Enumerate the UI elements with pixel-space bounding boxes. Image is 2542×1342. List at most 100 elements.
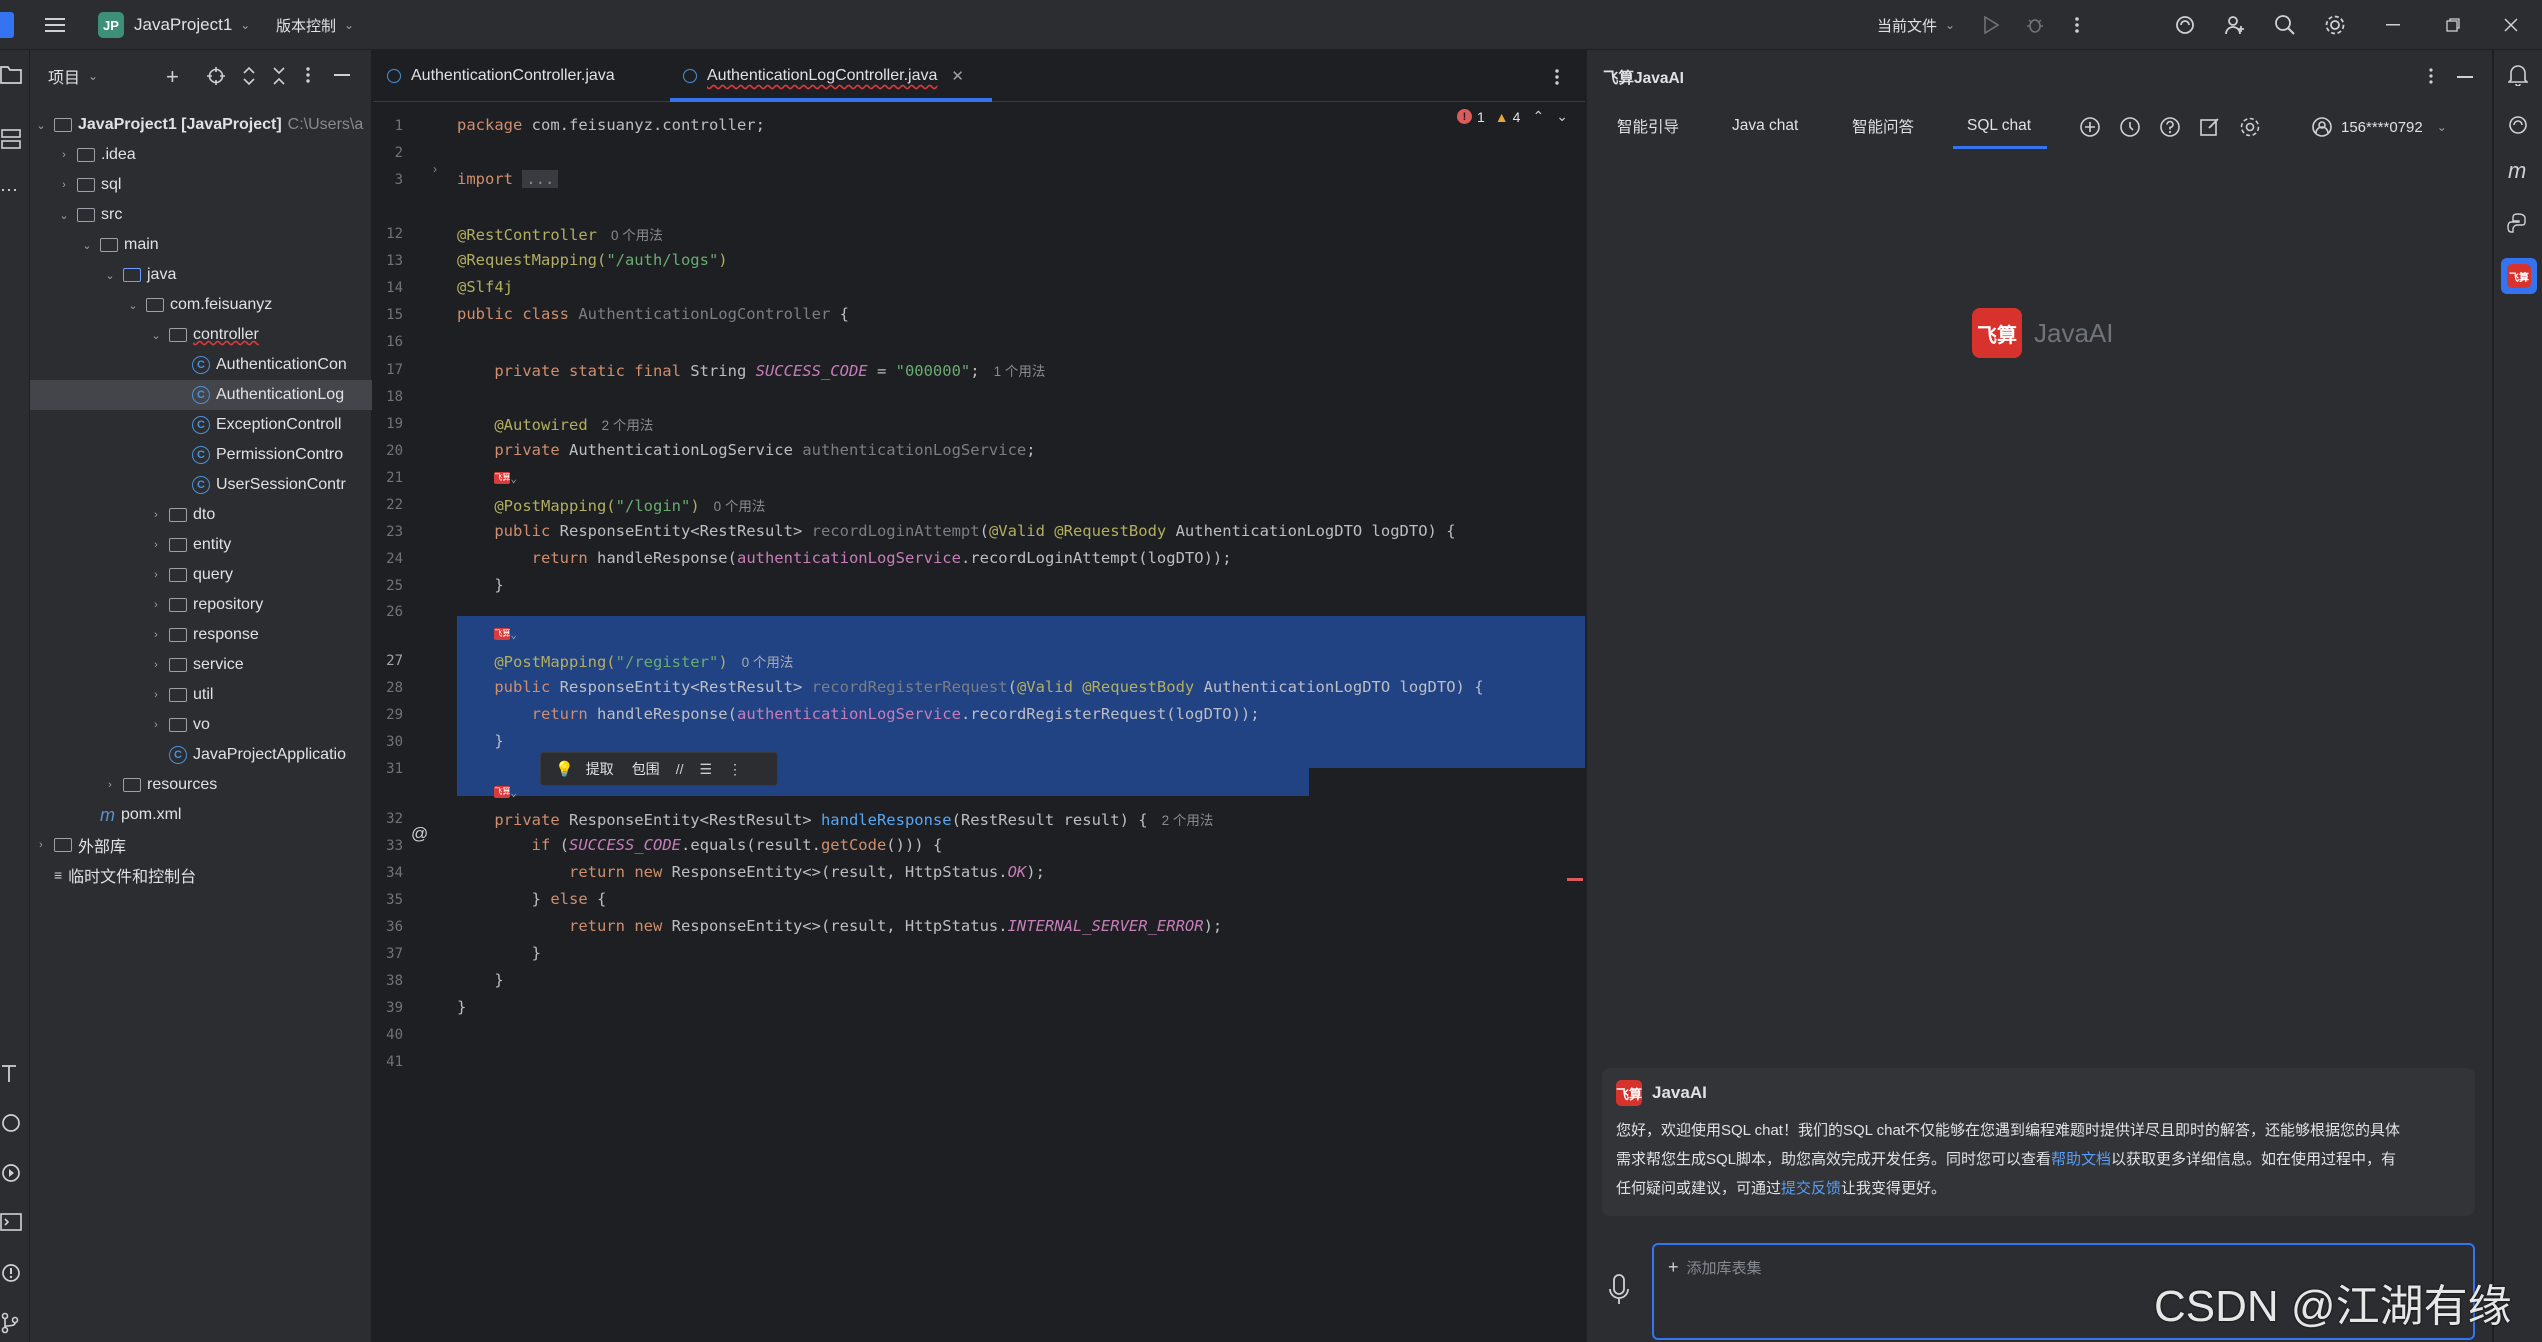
- help-icon[interactable]: [2159, 116, 2181, 138]
- more-tools-icon[interactable]: ⋯: [0, 180, 22, 202]
- tree-item[interactable]: C AuthenticationLog: [30, 380, 372, 410]
- chevron-right-icon[interactable]: ›: [149, 629, 163, 641]
- chevron-down-icon[interactable]: ⌄: [103, 269, 117, 282]
- expand-all-icon[interactable]: [242, 66, 256, 86]
- chevron-right-icon[interactable]: ›: [149, 509, 163, 521]
- project-tool-icon[interactable]: [0, 64, 22, 86]
- debug-icon[interactable]: [2022, 12, 2048, 38]
- hide-panel-icon[interactable]: [2457, 76, 2473, 78]
- tree-item[interactable]: C UserSessionContr: [30, 470, 372, 500]
- tree-item[interactable]: C AuthenticationCon: [30, 350, 372, 380]
- tree-item[interactable]: › .idea: [30, 140, 372, 170]
- surround-button[interactable]: 包围: [632, 759, 660, 779]
- terminal-tool-icon[interactable]: [0, 1212, 22, 1234]
- settings-icon[interactable]: [2322, 12, 2348, 38]
- help-docs-link[interactable]: 帮助文档: [2051, 1151, 2111, 1168]
- add-user-icon[interactable]: [2222, 12, 2248, 38]
- chevron-down-icon[interactable]: ⌄: [149, 329, 163, 342]
- chevron-right-icon[interactable]: ›: [149, 659, 163, 671]
- structure-tool-icon[interactable]: [0, 128, 22, 150]
- tree-item[interactable]: C ExceptionControll: [30, 410, 372, 440]
- run-icon[interactable]: [1978, 12, 2004, 38]
- close-icon[interactable]: [2498, 12, 2524, 38]
- chevron-right-icon[interactable]: ›: [149, 539, 163, 551]
- tree-item[interactable]: › response: [30, 620, 372, 650]
- tree-item[interactable]: › util: [30, 680, 372, 710]
- chevron-right-icon[interactable]: ›: [103, 779, 117, 791]
- tree-item[interactable]: › repository: [30, 590, 372, 620]
- options-icon[interactable]: [306, 66, 310, 84]
- edit-icon[interactable]: [2199, 116, 2221, 138]
- notifications-icon[interactable]: [2508, 64, 2528, 86]
- tree-item[interactable]: C JavaProjectApplicatio: [30, 740, 372, 770]
- settings-icon[interactable]: [2239, 116, 2261, 138]
- tree-item[interactable]: › service: [30, 650, 372, 680]
- lightbulb-icon[interactable]: 💡: [555, 760, 574, 778]
- project-switcher[interactable]: JP JavaProject1 ⌄: [98, 0, 250, 50]
- chevron-right-icon[interactable]: ›: [57, 149, 71, 161]
- comment-icon[interactable]: //: [676, 761, 684, 777]
- tree-item[interactable]: ⌄ main: [30, 230, 372, 260]
- tab-java-chat[interactable]: Java chat: [1732, 106, 1798, 146]
- tree-item[interactable]: C PermissionContro: [30, 440, 372, 470]
- chevron-right-icon[interactable]: ›: [149, 689, 163, 701]
- error-stripe-marker[interactable]: [1567, 878, 1583, 881]
- chevron-down-icon[interactable]: ⌄: [80, 239, 94, 252]
- chevron-down-icon[interactable]: ⌄: [57, 209, 71, 222]
- search-icon[interactable]: [2272, 12, 2298, 38]
- chevron-right-icon[interactable]: ›: [34, 839, 48, 851]
- git-tool-icon[interactable]: [0, 1312, 22, 1334]
- tree-item[interactable]: m pom.xml: [30, 800, 372, 830]
- ai-assistant-icon[interactable]: [2172, 12, 2198, 38]
- add-table-button[interactable]: + 添加库表集: [1668, 1257, 1762, 1278]
- tree-item[interactable]: › vo: [30, 710, 372, 740]
- problems-tool-icon[interactable]: [0, 1262, 22, 1284]
- close-tab-icon[interactable]: ✕: [951, 67, 964, 85]
- tab-options-icon[interactable]: [1555, 68, 1559, 86]
- tab-authentication-controller[interactable]: AuthenticationController.java: [387, 50, 615, 102]
- code-content[interactable]: package com.feisuanyz.controller; import…: [457, 102, 1585, 1342]
- vcs-menu[interactable]: 版本控制 ⌄: [276, 0, 354, 50]
- project-panel-title[interactable]: 项目 ⌄: [48, 50, 98, 102]
- restore-icon[interactable]: [2440, 12, 2466, 38]
- tree-item[interactable]: › sql: [30, 170, 372, 200]
- tab-authentication-log-controller[interactable]: AuthenticationLogController.java ✕: [683, 50, 964, 102]
- chevron-down-icon[interactable]: ⌄: [126, 299, 140, 312]
- build-tool-icon[interactable]: [0, 1062, 22, 1084]
- run-tool-icon[interactable]: [0, 1162, 22, 1184]
- history-icon[interactable]: [2119, 116, 2141, 138]
- chevron-right-icon[interactable]: ›: [149, 569, 163, 581]
- feisuan-marker-icon[interactable]: 飞算: [494, 471, 511, 484]
- tree-item[interactable]: ⌄ com.feisuanyz: [30, 290, 372, 320]
- locate-icon[interactable]: [206, 66, 226, 86]
- tree-item[interactable]: › resources: [30, 770, 372, 800]
- main-menu-icon[interactable]: [42, 12, 68, 38]
- services-tool-icon[interactable]: [0, 1112, 22, 1134]
- markdown-icon[interactable]: m: [2508, 158, 2526, 184]
- tree-item[interactable]: ⌄ controller: [30, 320, 372, 350]
- hide-panel-icon[interactable]: [334, 74, 350, 76]
- minimize-icon[interactable]: [2380, 12, 2406, 38]
- folded-imports[interactable]: ...: [522, 170, 559, 188]
- python-icon[interactable]: [2507, 212, 2529, 234]
- tree-item[interactable]: ⌄ src: [30, 200, 372, 230]
- panel-options-icon[interactable]: [2429, 68, 2433, 84]
- new-chat-icon[interactable]: [2079, 116, 2101, 138]
- tab-sql-chat[interactable]: SQL chat: [1967, 106, 2031, 146]
- chevron-right-icon[interactable]: ›: [57, 179, 71, 191]
- format-icon[interactable]: ☰: [699, 761, 712, 778]
- tree-item[interactable]: › entity: [30, 530, 372, 560]
- tab-smart-qa[interactable]: 智能问答: [1852, 106, 1914, 146]
- tree-item[interactable]: ≡ 临时文件和控制台: [30, 860, 372, 890]
- submit-feedback-link[interactable]: 提交反馈: [1781, 1180, 1841, 1197]
- add-icon[interactable]: +: [166, 64, 179, 90]
- extract-button[interactable]: 提取: [586, 759, 614, 779]
- chevron-right-icon[interactable]: ›: [149, 599, 163, 611]
- more-actions-icon[interactable]: [2064, 12, 2090, 38]
- feisuan-marker-icon[interactable]: 飞算: [494, 627, 511, 640]
- implementation-icon[interactable]: @: [411, 824, 428, 844]
- chevron-down-icon[interactable]: ⌄: [34, 119, 48, 132]
- ai-chat-icon[interactable]: [2507, 114, 2529, 136]
- tree-item[interactable]: ⌄ JavaProject1 [JavaProject] C:\Users\a: [30, 110, 372, 140]
- tree-item[interactable]: ⌄ java: [30, 260, 372, 290]
